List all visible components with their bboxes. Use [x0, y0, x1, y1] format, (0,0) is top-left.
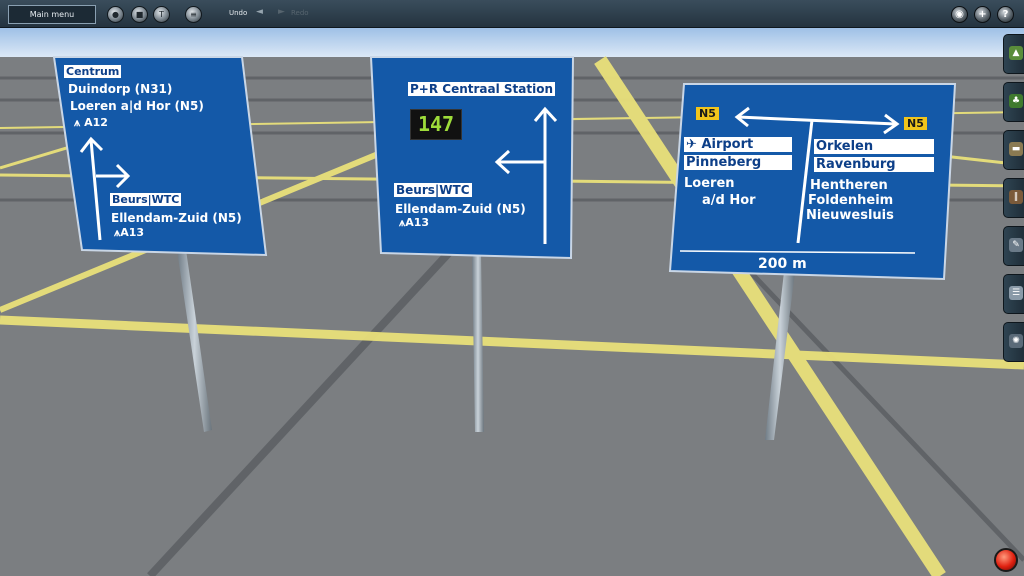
add-icon[interactable]: +: [974, 6, 991, 23]
main-menu-button[interactable]: Main menu: [8, 5, 96, 24]
track-icon: ‖: [1009, 190, 1023, 204]
sign1-bottom-box: Beurs|WTC: [110, 193, 182, 206]
sign3-right-box2: Ravenburg: [814, 157, 934, 172]
driver-icon[interactable]: ●: [107, 6, 124, 23]
sign3-left-line1: Loeren: [684, 176, 735, 191]
sign3-right-line3: Nieuwesluis: [806, 208, 894, 223]
sign3-left-route: N5: [696, 107, 719, 120]
undo-arrow-icon[interactable]: ◄: [256, 7, 263, 17]
train-icon: ▬: [1009, 142, 1023, 156]
sign3-left-line2: a/d Hor: [702, 193, 756, 208]
record-button[interactable]: [994, 548, 1018, 572]
sign1-line4: Ellendam-Zuid (N5): [111, 211, 242, 225]
tool-tab-objects[interactable]: ♣: [1003, 82, 1024, 122]
tool-tab-landscape[interactable]: ▲: [1003, 34, 1024, 74]
sign2-line2: A13: [405, 216, 430, 229]
sign2-line1: Ellendam-Zuid (N5): [395, 202, 526, 216]
redo-arrow-icon: ►: [278, 7, 285, 17]
layers-icon: ☰: [1009, 286, 1023, 300]
sign2-top-box: P+R Centraal Station: [408, 82, 556, 96]
top-toolbar: Main menu ● ■ T ≡ Undo ◄ ► Redo ◉ + ?: [0, 0, 1024, 28]
stop-icon[interactable]: ■: [131, 6, 148, 23]
sign1-top-box: Centrum: [64, 65, 122, 78]
tool-tab-track[interactable]: ‖: [1003, 178, 1024, 218]
sign3-right-route: N5: [904, 117, 927, 130]
list-icon[interactable]: ≡: [185, 6, 202, 23]
tool-tab-trains[interactable]: ▬: [1003, 130, 1024, 170]
undo-label[interactable]: Undo: [229, 9, 247, 17]
redo-label: Redo: [291, 9, 309, 17]
airplane-icon: ✈: [686, 137, 697, 152]
help-icon[interactable]: ?: [997, 6, 1014, 23]
tool-icon[interactable]: T: [153, 6, 170, 23]
sign3-left-box1: Airport: [701, 137, 754, 152]
gear-icon: ✺: [1009, 334, 1023, 348]
sign3-right-line1: Hentheren: [810, 178, 888, 193]
sign1-line1: Duindorp (N31): [68, 82, 173, 96]
sign2-bottom-box: Beurs|WTC: [394, 183, 472, 197]
tree-icon: ♣: [1009, 94, 1023, 108]
sign1-line2: Loeren a|d Hor (N5): [70, 99, 204, 113]
view-icon[interactable]: ◉: [951, 6, 968, 23]
sign3-right-box1: Orkelen: [814, 139, 934, 154]
motorway-icon: ⩚: [74, 116, 81, 129]
tool-tab-layers[interactable]: ☰: [1003, 274, 1024, 314]
sign1-line3: A12: [84, 116, 108, 129]
sign3-left-box2: Pinneberg: [684, 155, 792, 170]
tool-tab-settings[interactable]: ✺: [1003, 322, 1024, 362]
sky: [0, 27, 1024, 57]
sign1-line5: A13: [120, 226, 145, 239]
sign3-distance: 200 m: [758, 256, 807, 272]
sign3-right-line2: Foldenheim: [808, 193, 894, 208]
tool-tab-tools[interactable]: ✎: [1003, 226, 1024, 266]
landscape-icon: ▲: [1009, 46, 1023, 60]
wrench-icon: ✎: [1009, 238, 1023, 252]
sign2-display: 147: [410, 109, 462, 140]
